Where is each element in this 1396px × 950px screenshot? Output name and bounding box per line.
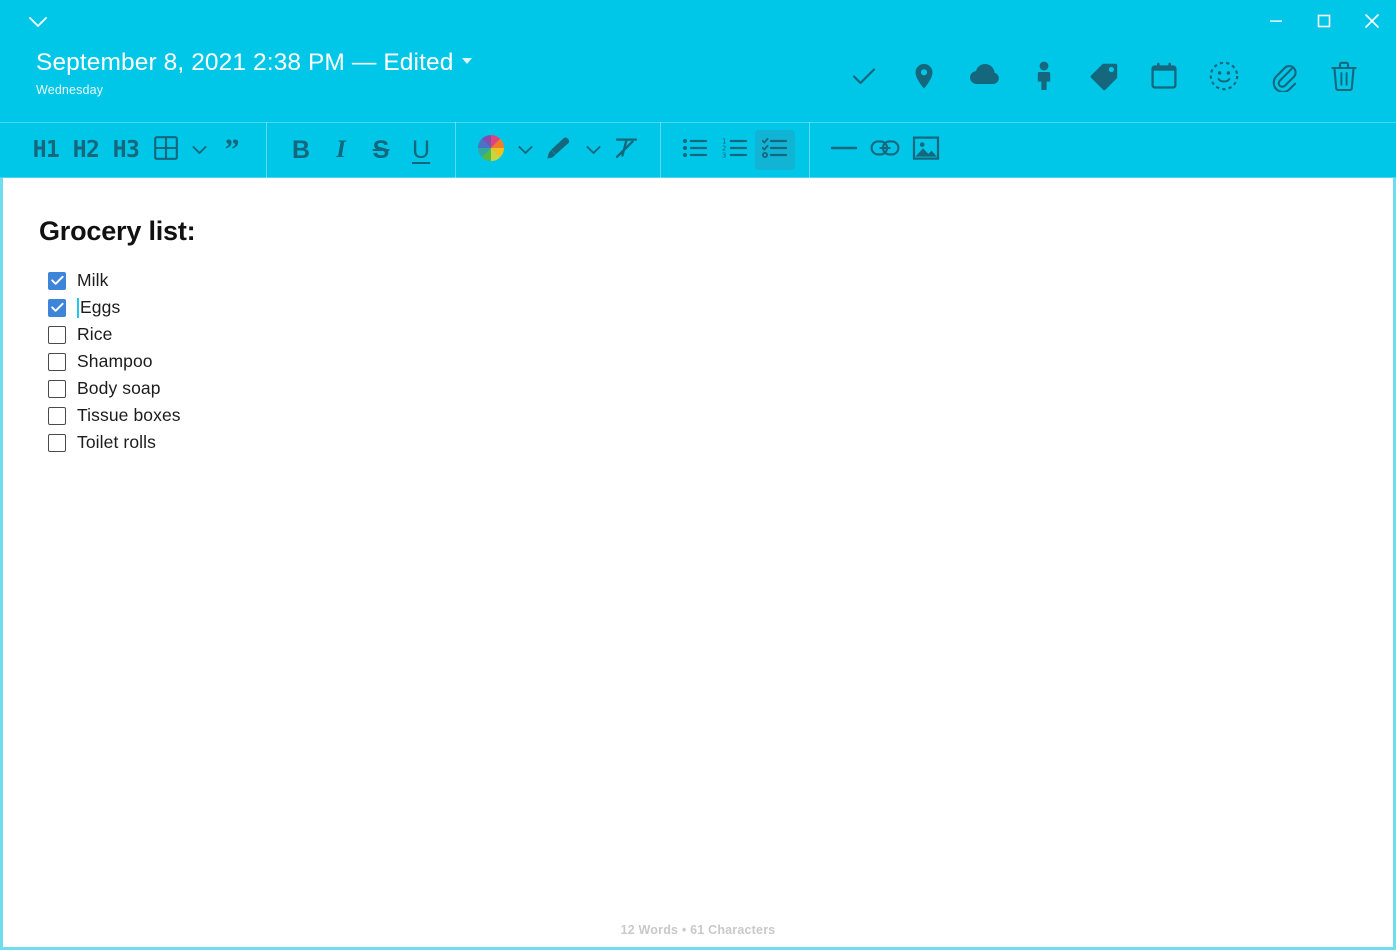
- text-color-chevron-down-icon[interactable]: [512, 130, 538, 170]
- smiley-icon[interactable]: [1194, 52, 1254, 100]
- blockquote-button[interactable]: ”: [212, 130, 252, 170]
- checklist-item-label: Toilet rolls: [77, 432, 157, 452]
- heading-1-label: H1: [32, 136, 60, 163]
- underline-button[interactable]: U: [401, 130, 441, 170]
- check-icon[interactable]: [834, 52, 894, 100]
- clear-formatting-icon: [612, 135, 640, 166]
- location-pin-icon[interactable]: [894, 52, 954, 100]
- checklist-item-label: Milk: [77, 270, 109, 290]
- list-item[interactable]: Toilet rolls: [48, 429, 1357, 456]
- highlight-chevron-down-icon[interactable]: [580, 130, 606, 170]
- note-meta: September 8, 2021 2:38 PM — Edited Wedne…: [36, 49, 473, 97]
- list-item[interactable]: Shampoo: [48, 348, 1357, 375]
- note-weekday: Wednesday: [36, 82, 104, 97]
- text-color-button[interactable]: [470, 130, 512, 170]
- checklist-checkbox[interactable]: [48, 406, 66, 425]
- close-button[interactable]: [1348, 0, 1396, 42]
- checklist-checkbox[interactable]: [48, 325, 66, 344]
- svg-text:3: 3: [722, 151, 726, 159]
- table-button[interactable]: [146, 130, 186, 170]
- heading-1-button[interactable]: H1: [26, 130, 66, 170]
- status-bar: 12 Words • 61 Characters: [620, 923, 776, 937]
- list-item[interactable]: Rice: [48, 321, 1357, 348]
- bold-label: B: [291, 135, 311, 164]
- header-action-bar: [834, 52, 1374, 100]
- checklist-checkbox[interactable]: [48, 433, 66, 452]
- strikethrough-label: S: [372, 135, 390, 164]
- checklist-checkbox[interactable]: [48, 379, 66, 398]
- strikethrough-button[interactable]: S: [361, 130, 401, 170]
- formatting-toolbar: H1 H2 H3 ” B I S U 1 2 3: [0, 122, 1396, 178]
- person-icon[interactable]: [1014, 52, 1074, 100]
- list-item[interactable]: Eggs: [48, 294, 1357, 321]
- numbered-list-button[interactable]: 1 2 3: [715, 130, 755, 170]
- bullet-list-button[interactable]: [675, 130, 715, 170]
- list-item[interactable]: Body soap: [48, 375, 1357, 402]
- title-bar: September 8, 2021 2:38 PM — Edited Wedne…: [0, 0, 1396, 122]
- window-controls: [1252, 0, 1396, 42]
- note-app-window: September 8, 2021 2:38 PM — Edited Wedne…: [0, 0, 1396, 950]
- trash-icon[interactable]: [1314, 52, 1374, 100]
- note-body[interactable]: Grocery list: Milk Eggs Rice Shampoo Bod…: [3, 178, 1393, 947]
- color-wheel-icon: [476, 133, 506, 168]
- checklist-checkbox[interactable]: [48, 271, 66, 290]
- link-button[interactable]: [864, 130, 906, 170]
- heading-2-button[interactable]: H2: [66, 130, 106, 170]
- numbered-list-icon: 1 2 3: [722, 136, 748, 165]
- horizontal-rule-button[interactable]: [824, 130, 864, 170]
- table-options-chevron-down-icon[interactable]: [186, 130, 212, 170]
- list-item[interactable]: Tissue boxes: [48, 402, 1357, 429]
- heading-3-button[interactable]: H3: [106, 130, 146, 170]
- toolbar-group-text-style: B I S U: [267, 123, 455, 177]
- page-title: September 8, 2021 2:38 PM — Edited: [36, 49, 454, 76]
- toolbar-group-color: [456, 123, 660, 177]
- bold-button[interactable]: B: [281, 130, 321, 170]
- checklist-item-label: Rice: [77, 324, 113, 344]
- text-cursor: [77, 297, 79, 318]
- calendar-icon[interactable]: [1134, 52, 1194, 100]
- maximize-button[interactable]: [1300, 0, 1348, 42]
- heading-2-label: H2: [72, 136, 100, 163]
- quote-icon: ”: [224, 132, 240, 166]
- document-heading: Grocery list:: [39, 216, 196, 246]
- insert-image-button[interactable]: [906, 130, 946, 170]
- toolbar-group-blocks: H1 H2 H3 ”: [26, 123, 266, 177]
- checklist-item-label: Shampoo: [77, 351, 153, 371]
- italic-button[interactable]: I: [321, 130, 361, 170]
- note-title-row[interactable]: September 8, 2021 2:38 PM — Edited: [36, 49, 473, 76]
- toolbar-group-insert: [810, 123, 960, 177]
- tag-icon[interactable]: [1074, 52, 1134, 100]
- checklist-checkbox[interactable]: [48, 298, 66, 317]
- clear-formatting-button[interactable]: [606, 130, 646, 170]
- checklist: Milk Eggs Rice Shampoo Body soap Tissue …: [39, 267, 1357, 456]
- minimize-button[interactable]: [1252, 0, 1300, 42]
- toolbar-group-lists: 1 2 3: [661, 123, 809, 177]
- horizontal-rule-icon: [830, 138, 858, 163]
- highlighter-icon: [544, 134, 574, 167]
- image-icon: [912, 135, 940, 166]
- heading-3-label: H3: [112, 136, 140, 163]
- link-icon: [870, 137, 900, 164]
- checklist-button[interactable]: [755, 130, 795, 170]
- checklist-item-label: Eggs: [80, 297, 121, 317]
- table-icon: [153, 135, 179, 166]
- checklist-icon: [761, 136, 788, 165]
- cloud-icon[interactable]: [954, 52, 1014, 100]
- chevron-down-icon[interactable]: [22, 8, 54, 36]
- underline-label: U: [411, 135, 431, 164]
- bullet-list-icon: [682, 136, 708, 165]
- highlight-button[interactable]: [538, 130, 580, 170]
- dropdown-caret-icon[interactable]: [462, 57, 473, 64]
- italic-label: I: [336, 136, 346, 163]
- checklist-item-label: Tissue boxes: [77, 405, 181, 425]
- checklist-checkbox[interactable]: [48, 352, 66, 371]
- paperclip-icon[interactable]: [1254, 52, 1314, 100]
- note-editor-area[interactable]: Grocery list: Milk Eggs Rice Shampoo Bod…: [0, 178, 1396, 950]
- checklist-item-label: Body soap: [77, 378, 161, 398]
- list-item[interactable]: Milk: [48, 267, 1357, 294]
